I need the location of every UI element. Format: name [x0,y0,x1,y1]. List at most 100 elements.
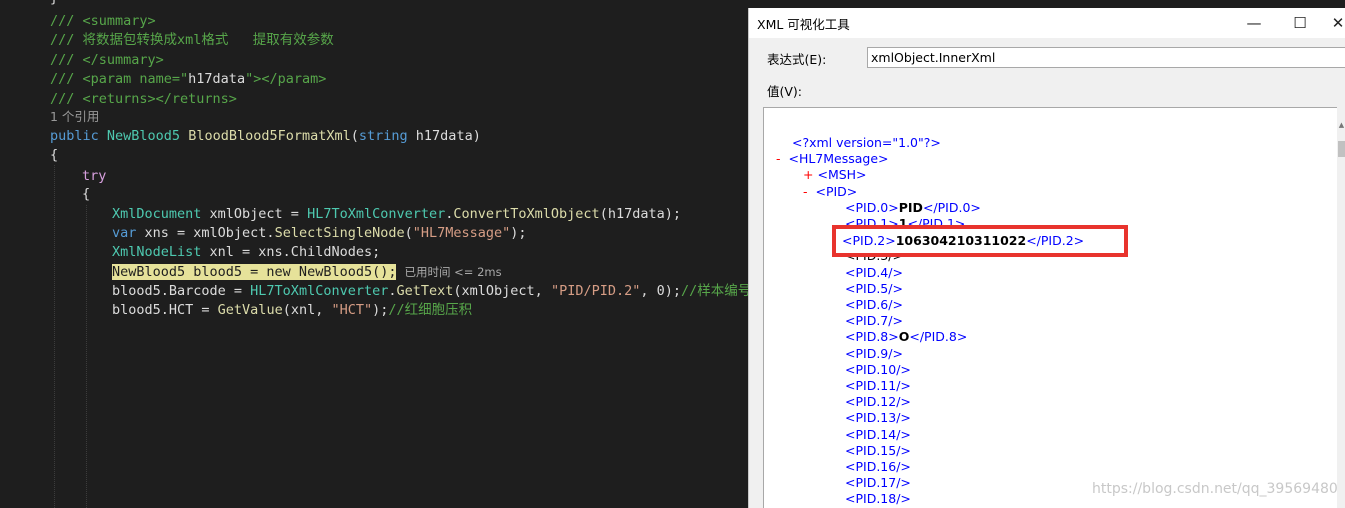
param-name: h17data [188,71,246,87]
collapse-toggle[interactable]: - [803,184,808,199]
code-text: (h17data); [599,206,681,222]
code-text: ); [372,302,389,318]
type-converter: HL7ToXmlConverter [307,206,446,222]
xml-declaration: <?xml version="1.0"?> [792,135,941,150]
xml-node-pid8: <PID.8>O</PID.8> [845,329,967,345]
close-button[interactable]: ✕ [1323,8,1345,38]
xml-node-msh: + <MSH> [803,167,867,183]
scroll-thumb[interactable] [1338,141,1345,157]
code-text: (xnl, [282,302,332,318]
type-converter: HL7ToXmlConverter [250,283,389,299]
window-title: XML 可视化工具 [757,17,850,32]
string-literal: "PID/PID.2" [550,283,641,299]
reference-count-link[interactable]: 1 个引用 [50,107,99,127]
xml-tag: </PID.0> [922,200,981,215]
xml-node-hl7message: - <HL7Message> [776,151,889,167]
xml-node-pid9: <PID.9/> [845,346,903,361]
maximize-button[interactable]: ☐ [1277,8,1323,38]
xml-node-pid16: <PID.16/> [845,459,911,474]
inline-comment: //红细胞压积 [388,302,473,318]
string-literal: "HL7Message" [412,225,511,241]
code-line-current-statement[interactable]: NewBlood5 blood5 = new NewBlood5(); 已用时间 … [112,262,502,282]
xml-tag: <MSH> [817,167,867,182]
expression-label: 表达式(E): [767,52,827,67]
window-titlebar[interactable]: XML 可视化工具 — ☐ ✕ [749,8,1345,38]
code-text: blood5.Barcode = [112,283,251,299]
doc-comment-summary-open: /// <summary> [50,13,156,29]
xml-value: PID [898,200,923,215]
code-line-xmldocument: XmlDocument xmlObject = HL7ToXmlConverte… [112,204,681,224]
doc-comment-summary-close: /// </summary> [50,52,164,68]
xml-node-pid18: <PID.18/> [845,491,911,506]
doc-comment-param: /// <param name="h17data"></param> [50,69,326,89]
xml-node-pid7: <PID.7/> [845,313,903,328]
method-call: GetValue [217,302,283,318]
code-text: xmlObject = [201,206,308,222]
code-line-barcode: blood5.Barcode = HL7ToXmlConverter.GetTe… [112,281,748,301]
code-text: (xmlObject, [453,283,551,299]
param-suffix: "></param> [245,71,327,87]
type-xmldocument: XmlDocument [112,206,202,222]
xml-value: 106304210311022 [895,233,1027,248]
xml-value: O [898,329,910,344]
code-brace: } [50,0,58,8]
xml-node-pid11: <PID.11/> [845,378,911,393]
inline-comment: //样本编号 [680,283,748,299]
kw-string: string [358,128,408,144]
minimize-button[interactable]: — [1231,8,1277,38]
expression-input[interactable] [867,47,1345,68]
code-text: ( [404,225,413,241]
code-text: xns = xmlObject. [136,225,275,241]
code-text: , 0); [640,283,681,299]
kw-try: try [82,168,107,184]
code-text: blood5.HCT = [112,302,218,318]
elapsed-time-tip: 已用时间 <= 2ms [404,265,502,279]
kw-public: public [50,128,107,144]
value-label: 值(V): [767,84,803,99]
xml-node-pid0: <PID.0>PID</PID.0> [845,200,981,216]
collapse-toggle[interactable]: - [776,151,781,166]
code-text: ); [510,225,527,241]
param-prefix: /// <param name=" [50,71,189,87]
vertical-scrollbar[interactable]: ▲ [1337,107,1345,508]
method-name: BloodBlood5FormatXml [180,128,351,144]
xml-node-pid2: <PID.2>106304210311022</PID.2> [842,233,1084,249]
watermark-text: https://blog.csdn.net/qq_39569480 [1092,481,1338,497]
xml-node-pid: - <PID> [803,184,857,200]
paren-open: ( [350,128,359,144]
xml-tag: <PID.0> [845,200,899,215]
type-xmlnodelist: XmlNodeList [112,244,202,260]
xml-tag: <HL7Message> [788,151,889,166]
code-line-hct: blood5.HCT = GetValue(xnl, "HCT");//红细胞压… [112,300,472,320]
code-text: xnl = xns.ChildNodes; [201,244,381,260]
xml-node-pid17: <PID.17/> [845,475,911,490]
code-line-xmlnodelist: XmlNodeList xnl = xns.ChildNodes; [112,242,380,262]
code-editor[interactable]: } /// <summary> /// 将数据包转换成xml格式 提取有效参数 … [0,0,748,508]
type-newblood5: NewBlood5 [106,128,181,144]
param-list: h17data) [407,128,481,144]
xml-node-pid4: <PID.4/> [845,265,903,280]
xml-node-pid13: <PID.13/> [845,410,911,425]
code-line-var-xns: var xns = xmlObject.SelectSingleNode("HL… [112,223,527,243]
xml-visualizer-window: XML 可视化工具 — ☐ ✕ 表达式(E): 值(V): ▲ [748,8,1345,508]
xml-node-pid10: <PID.10/> [845,362,911,377]
xml-tag: </PID.2> [1026,233,1085,248]
current-statement-highlight[interactable]: NewBlood5 blood5 = new NewBlood5(); [112,264,397,280]
xml-node-pid12: <PID.12/> [845,394,911,409]
xml-node-pid14: <PID.14/> [845,427,911,442]
xml-node-pid5: <PID.5/> [845,281,903,296]
kw-var: var [112,225,137,241]
doc-comment-returns: /// <returns></returns> [50,91,237,107]
indent-guide [54,165,55,508]
xml-tag: <PID.2> [842,233,896,248]
xml-node-pid15: <PID.15/> [845,443,911,458]
scroll-up-arrow-icon[interactable]: ▲ [1337,121,1345,129]
method-signature: public NewBlood5 BloodBlood5FormatXml(st… [50,126,481,146]
doc-comment-summary-text: /// 将数据包转换成xml格式 提取有效参数 [50,32,334,48]
xml-tag: <PID> [815,184,858,199]
method-call: ConvertToXmlObject [453,206,600,222]
expand-toggle[interactable]: + [803,167,813,182]
xml-tag: </PID.8> [909,329,968,344]
xml-tag: <PID.8> [845,329,899,344]
code-brace-open: { [50,147,59,163]
